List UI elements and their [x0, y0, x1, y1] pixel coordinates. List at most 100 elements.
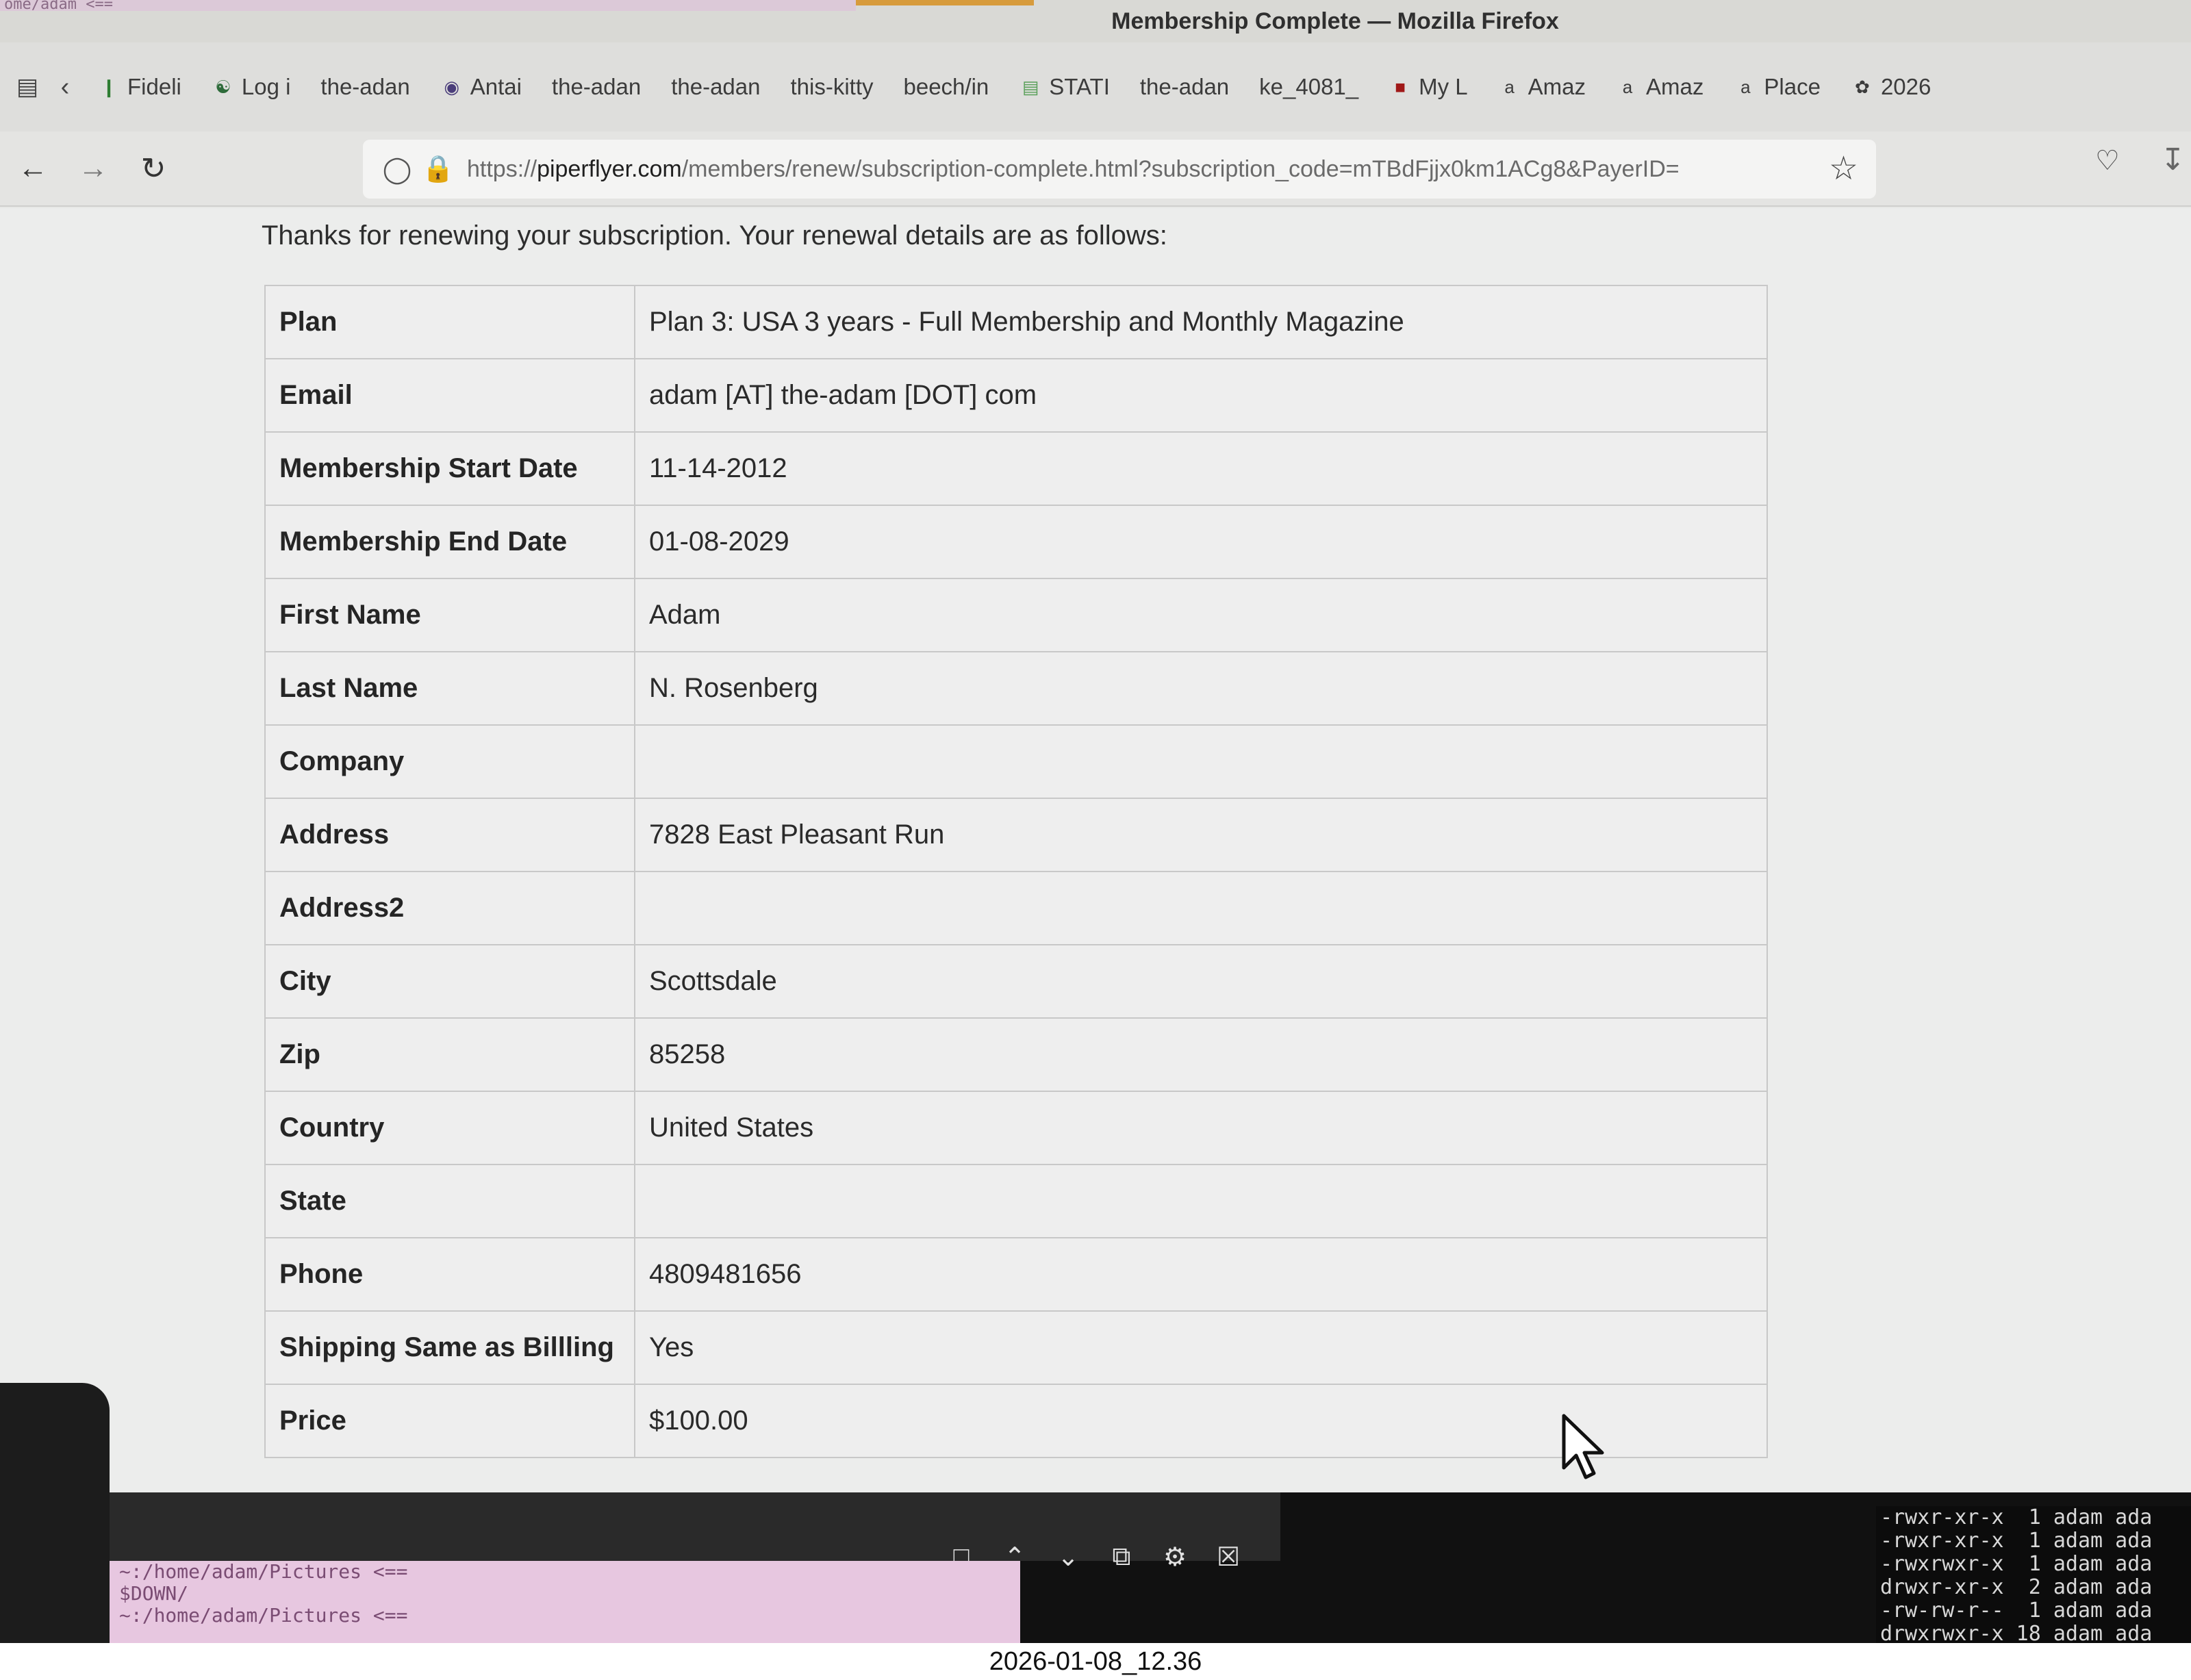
tab-label: the-adan — [1139, 74, 1230, 99]
window-title: Membership Complete — Mozilla Firefox — [1111, 8, 1559, 34]
split-icon[interactable]: ⧉ — [1105, 1540, 1138, 1573]
ls-listing-pane[interactable]: -rwxr-xr-x 1 adam ada -rwxr-xr-x 1 adam a… — [1876, 1506, 2191, 1643]
table-row: Shipping Same as Billling Yes — [264, 1310, 1768, 1385]
tab-label: Fideli — [127, 74, 181, 99]
tab-list-icon[interactable]: ▤ — [7, 66, 48, 107]
field-label: Phone — [264, 1237, 635, 1312]
table-row: First Name Adam — [264, 578, 1768, 652]
tab[interactable]: beech/in — [889, 63, 1004, 111]
tab-label: ke_4081_ — [1259, 74, 1359, 99]
table-row: Email adam [AT] the-adam [DOT] com — [264, 358, 1768, 433]
tab[interactable]: a Place — [1719, 63, 1836, 111]
tab[interactable]: ❙ Fideli — [82, 63, 197, 111]
tab-label: Place — [1764, 74, 1821, 99]
field-value: United States — [634, 1091, 1768, 1165]
lock-icon[interactable]: 🔒 — [418, 154, 459, 184]
tab-label: the-adan — [551, 74, 642, 99]
settings-icon[interactable]: ⚙ — [1158, 1540, 1191, 1573]
url-host: piperflyer.com — [537, 155, 682, 182]
navigation-toolbar: ← → ↻ ◯ 🔒 https://piperflyer.com/members… — [0, 131, 2191, 207]
tab[interactable]: the-adan — [305, 63, 425, 111]
tab[interactable]: ☯ Log i — [197, 63, 306, 111]
table-row: Country United States — [264, 1091, 1768, 1165]
tab[interactable]: this-kitty — [775, 63, 888, 111]
field-value — [634, 724, 1768, 799]
tab[interactable]: the-adan — [1125, 63, 1244, 111]
intro-text: Thanks for renewing your subscription. Y… — [262, 220, 1167, 251]
tab-bar: ▤ ‹ ❙ Fideli ☯ Log i the-adan ◉ Antai the-a… — [0, 42, 2191, 131]
back-icon[interactable]: ← — [5, 141, 60, 196]
reload-icon[interactable]: ↻ — [126, 141, 181, 196]
table-row: Company — [264, 724, 1768, 799]
field-value: Scottsdale — [634, 944, 1768, 1019]
bookmark-star-icon[interactable]: ☆ — [1829, 149, 1858, 188]
terminal-line: ~:/home/adam/Pictures <== — [119, 1604, 408, 1627]
table-row: Membership Start Date 11-14-2012 — [264, 431, 1768, 506]
stats-icon: ▤ — [1022, 76, 1039, 97]
tab[interactable]: ■ My L — [1373, 63, 1483, 111]
chevron-down-icon[interactable]: ⌄ — [1052, 1540, 1085, 1573]
titlebar-accent — [856, 0, 1034, 5]
table-row: Last Name N. Rosenberg — [264, 651, 1768, 726]
spinner-icon: ☯ — [215, 76, 231, 97]
window-titlebar: ome/adam <== Membership Complete — Mozil… — [0, 0, 2191, 42]
forward-icon[interactable]: → — [66, 141, 121, 196]
tab-label: beech/in — [903, 74, 989, 99]
tab-scroll-left-icon[interactable]: ‹ — [48, 66, 82, 107]
tab-label: My L — [1419, 74, 1468, 99]
ls-line: drwxrwxr-x 18 adam ada — [1880, 1622, 2153, 1644]
field-label: Email — [264, 358, 635, 433]
url-path: /members/renew/subscription-complete.htm… — [681, 155, 1680, 182]
field-label: Address2 — [264, 871, 635, 945]
terminal-pane[interactable]: ~:/home/adam/Pictures <== $DOWN/~:/home/a… — [110, 1561, 1020, 1643]
amazon-icon: a — [1504, 76, 1515, 97]
tab-label: the-adan — [320, 74, 410, 99]
ls-line: -rwxr-xr-x 1 adam ada — [1880, 1529, 2153, 1553]
table-row: Zip 85258 — [264, 1017, 1768, 1092]
tab[interactable]: ▤ STATI — [1004, 63, 1125, 111]
bug-icon: ✿ — [1855, 76, 1870, 97]
download-icon[interactable]: ↧ — [2160, 142, 2186, 177]
red-icon: ■ — [1395, 76, 1406, 97]
field-value — [634, 1164, 1768, 1238]
field-value: 7828 East Pleasant Run — [634, 798, 1768, 872]
field-value: N. Rosenberg — [634, 651, 1768, 726]
url-bar[interactable]: ◯ 🔒 https://piperflyer.com/members/renew… — [363, 140, 1876, 199]
shield-icon[interactable]: ◯ — [377, 154, 418, 185]
terminal-line: ~:/home/adam/Pictures <== — [119, 1561, 408, 1583]
ls-line: -rw-rw-r-- 1 adam ada — [1880, 1599, 2153, 1622]
field-value: 4809481656 — [634, 1237, 1768, 1312]
tab[interactable]: ✿ 2026 — [1836, 63, 1946, 111]
field-value — [634, 871, 1768, 945]
page-content: Thanks for renewing your subscription. Y… — [0, 208, 2191, 1502]
tab[interactable]: ◉ Antai — [425, 63, 537, 111]
tab-label: Amaz — [1528, 74, 1586, 99]
table-row: Address 7828 East Pleasant Run — [264, 798, 1768, 872]
ls-line: -rwxrwxr-x 1 adam ada — [1880, 1552, 2153, 1576]
table-row: Plan Plan 3: USA 3 years - Full Membershi… — [264, 285, 1768, 359]
field-label: Plan — [264, 285, 635, 359]
tab[interactable]: a Amaz — [1483, 63, 1601, 111]
url-text[interactable]: https://piperflyer.com/members/renew/sub… — [467, 156, 1768, 183]
amazon-icon: a — [1740, 76, 1751, 97]
field-value: Adam — [634, 578, 1768, 652]
table-row: Phone 4809481656 — [264, 1237, 1768, 1312]
tab-label: 2026 — [1880, 74, 1932, 99]
field-label: City — [264, 944, 635, 1019]
field-value: Yes — [634, 1310, 1768, 1385]
tab-label: this-kitty — [790, 74, 874, 99]
phone-edge — [0, 1383, 110, 1643]
table-row: City Scottsdale — [264, 944, 1768, 1019]
field-label: Last Name — [264, 651, 635, 726]
field-label: Company — [264, 724, 635, 799]
tab[interactable]: the-adan — [656, 63, 775, 111]
field-value: 01-08-2029 — [634, 505, 1768, 579]
field-value: adam [AT] the-adam [DOT] com — [634, 358, 1768, 433]
tab[interactable]: the-adan — [537, 63, 656, 111]
tab[interactable]: ke_4081_ — [1244, 63, 1373, 111]
table-row: Price $100.00 — [264, 1384, 1768, 1458]
tab[interactable]: a Amaz — [1601, 63, 1719, 111]
pocket-icon[interactable]: ♡ — [2095, 145, 2120, 177]
field-label: First Name — [264, 578, 635, 652]
close-icon[interactable]: ☒ — [1212, 1540, 1245, 1573]
